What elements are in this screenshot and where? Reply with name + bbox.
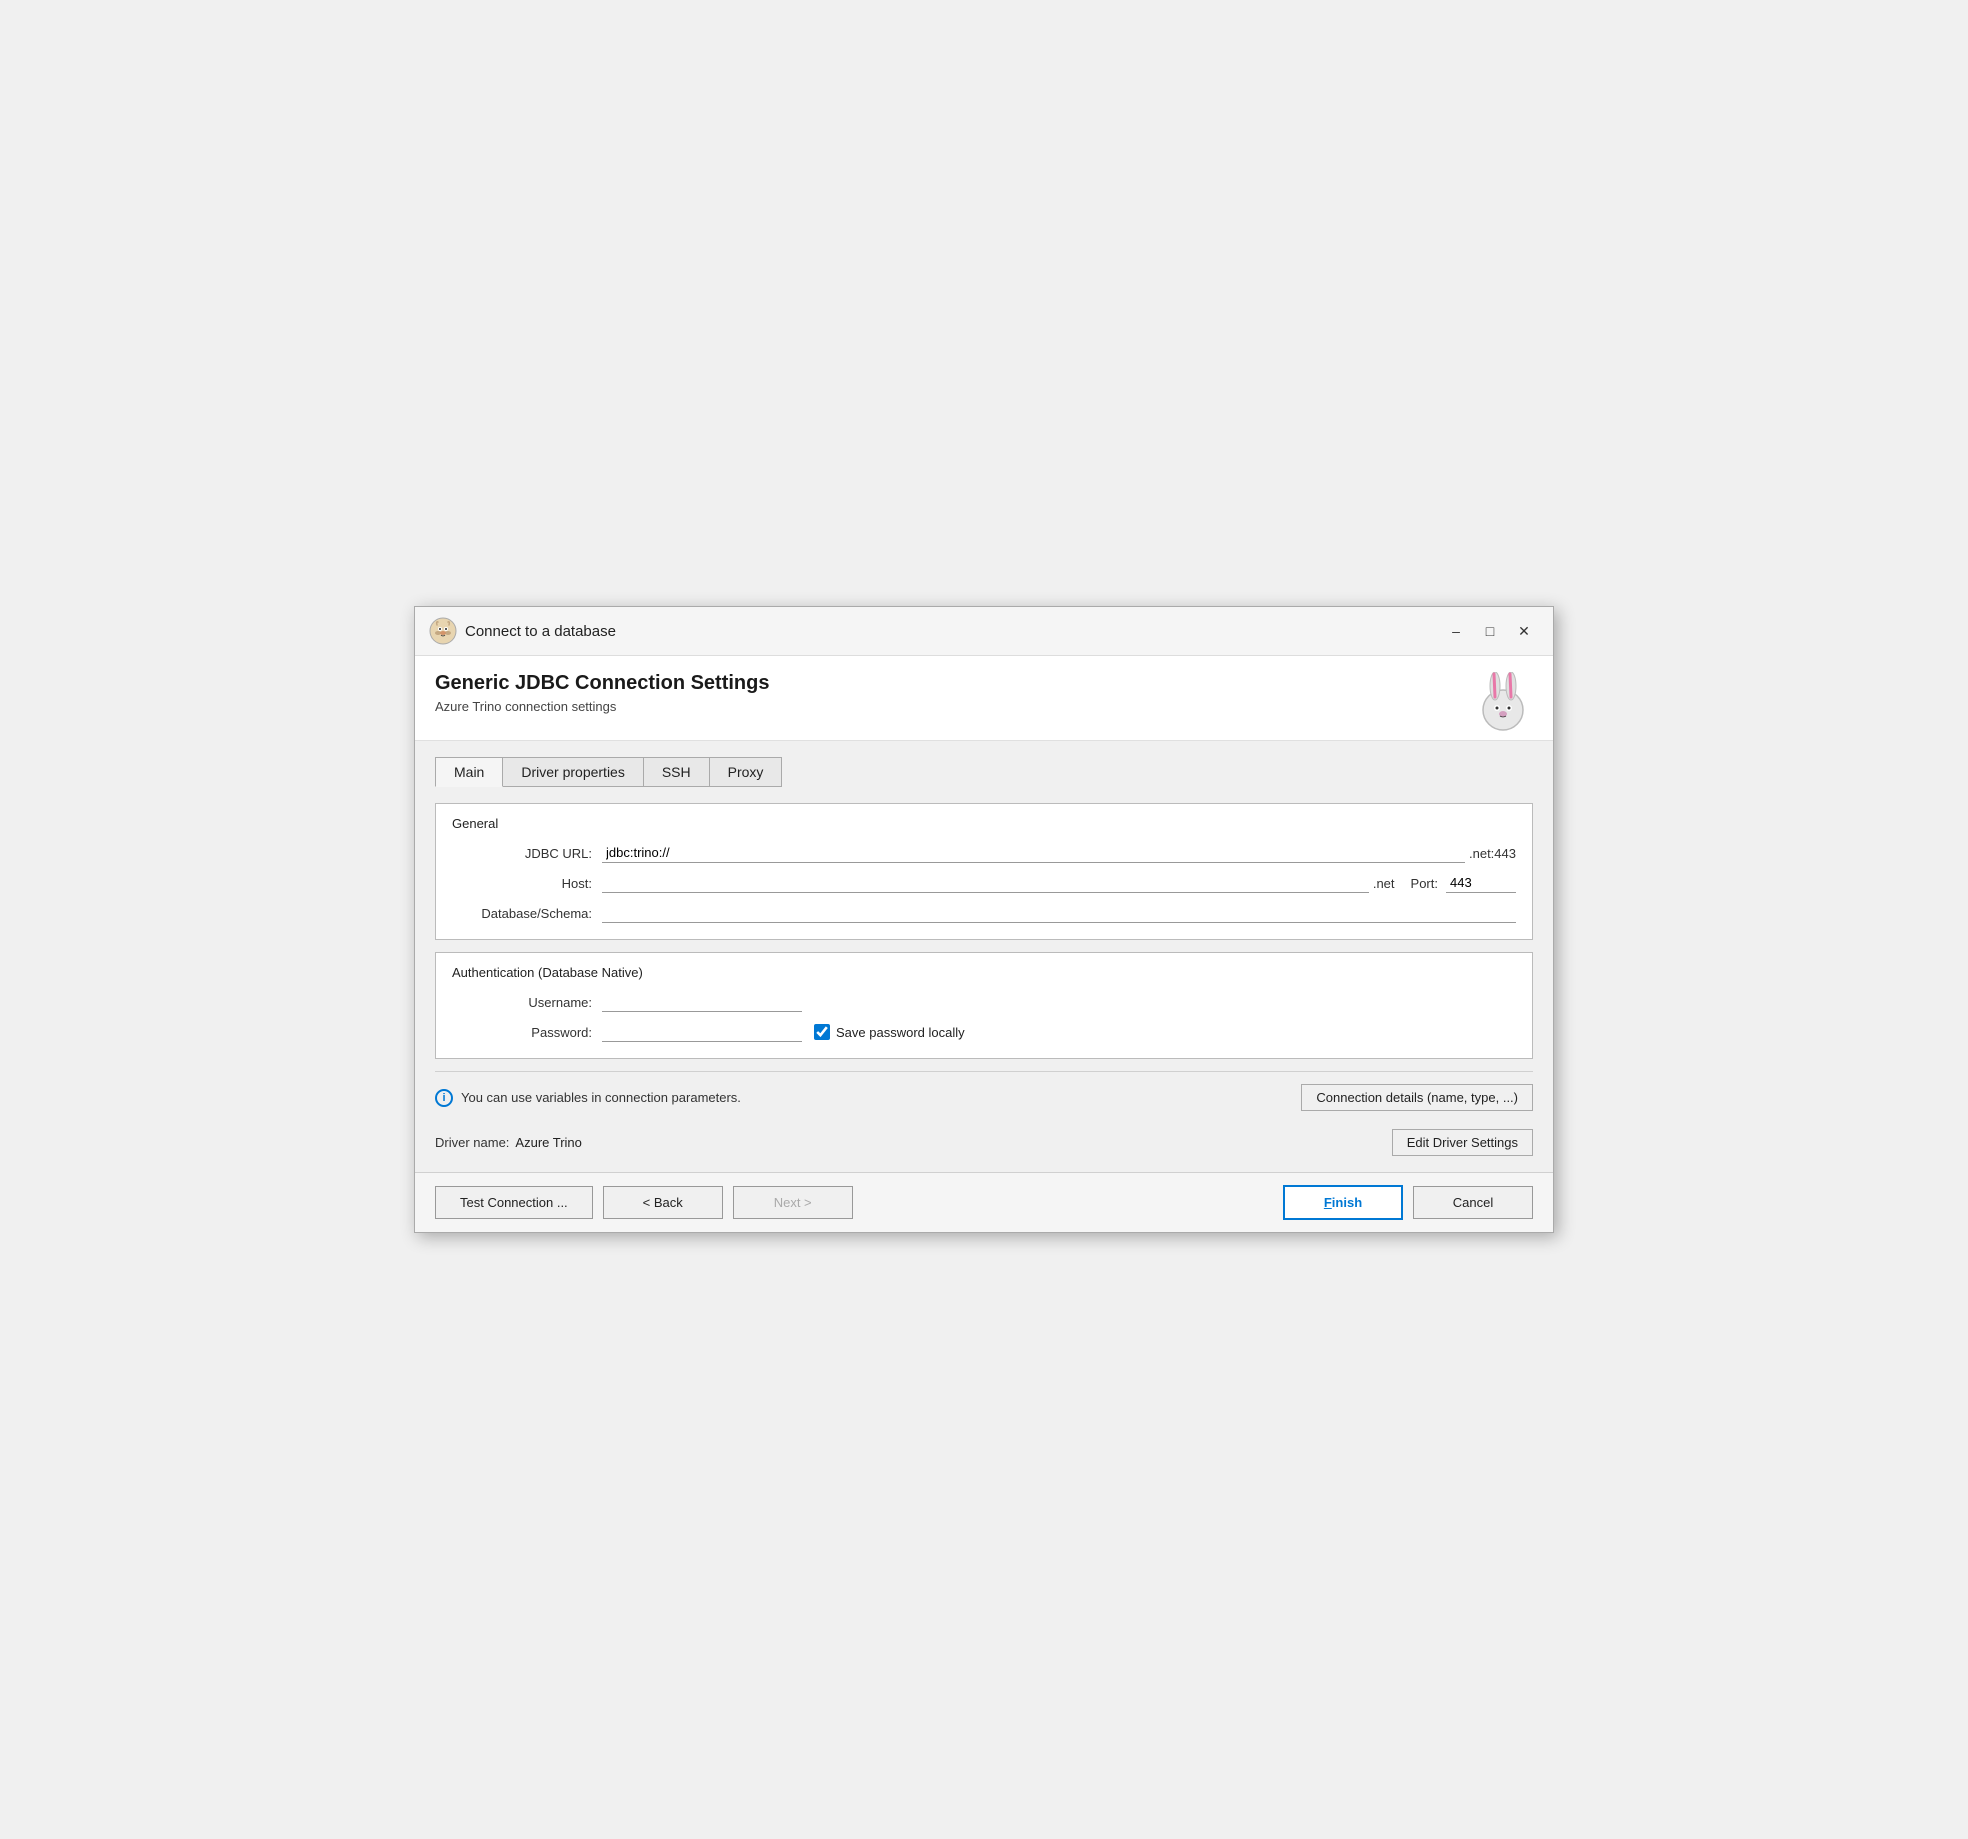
host-input[interactable]: [602, 873, 1369, 893]
connection-details-button[interactable]: Connection details (name, type, ...): [1301, 1084, 1533, 1111]
tab-ssh[interactable]: SSH: [643, 757, 710, 787]
port-input[interactable]: [1446, 873, 1516, 893]
tab-bar: Main Driver properties SSH Proxy: [435, 757, 1533, 787]
username-label: Username:: [452, 995, 592, 1010]
auth-section: Authentication (Database Native) Usernam…: [435, 952, 1533, 1059]
jdbc-url-suffix: .net:443: [1469, 846, 1516, 861]
password-row: Password: Save password locally: [452, 1022, 1516, 1042]
jdbc-url-row: JDBC URL: .net:443: [452, 843, 1516, 863]
rabbit-logo: [1473, 672, 1533, 732]
dialog-window: Connect to a database – □ ✕ Generic JDBC…: [414, 606, 1554, 1233]
save-password-label[interactable]: Save password locally: [814, 1024, 965, 1040]
edit-driver-button[interactable]: Edit Driver Settings: [1392, 1129, 1533, 1156]
test-connection-button[interactable]: Test Connection ...: [435, 1186, 593, 1219]
cancel-button[interactable]: Cancel: [1413, 1186, 1533, 1219]
header-text: Generic JDBC Connection Settings Azure T…: [435, 672, 770, 714]
title-bar-left: Connect to a database: [429, 617, 616, 645]
db-label: Database/Schema:: [452, 906, 592, 921]
general-section: General JDBC URL: .net:443 Host: .net Po…: [435, 803, 1533, 940]
driver-label: Driver name:: [435, 1135, 509, 1150]
db-row: Database/Schema:: [452, 903, 1516, 923]
port-label: Port:: [1411, 876, 1438, 891]
driver-left: Driver name: Azure Trino: [435, 1135, 582, 1150]
save-password-text: Save password locally: [836, 1025, 965, 1040]
jdbc-url-input[interactable]: [602, 843, 1465, 863]
password-input[interactable]: [602, 1022, 802, 1042]
finish-button[interactable]: Finish: [1283, 1185, 1403, 1220]
window-title: Connect to a database: [465, 623, 616, 640]
info-row: i You can use variables in connection pa…: [435, 1071, 1533, 1119]
host-label: Host:: [452, 876, 592, 891]
info-text: You can use variables in connection para…: [461, 1090, 741, 1105]
info-left: i You can use variables in connection pa…: [435, 1089, 741, 1107]
username-row: Username:: [452, 992, 1516, 1012]
password-label: Password:: [452, 1025, 592, 1040]
main-title: Generic JDBC Connection Settings: [435, 672, 770, 695]
driver-row: Driver name: Azure Trino Edit Driver Set…: [435, 1119, 1533, 1156]
tab-driver-properties[interactable]: Driver properties: [502, 757, 643, 787]
title-bar-controls: – □ ✕: [1441, 619, 1539, 643]
next-button[interactable]: Next >: [733, 1186, 853, 1219]
back-button[interactable]: < Back: [603, 1186, 723, 1219]
auth-section-title: Authentication (Database Native): [452, 965, 1516, 980]
close-button[interactable]: ✕: [1509, 619, 1539, 643]
minimize-button[interactable]: –: [1441, 619, 1471, 643]
general-section-title: General: [452, 816, 1516, 831]
dialog-footer: Test Connection ... < Back Next > Finish…: [415, 1172, 1553, 1232]
title-bar: Connect to a database – □ ✕: [415, 607, 1553, 656]
maximize-button[interactable]: □: [1475, 619, 1505, 643]
tab-proxy[interactable]: Proxy: [709, 757, 783, 787]
jdbc-url-label: JDBC URL:: [452, 846, 592, 861]
host-row: Host: .net Port:: [452, 873, 1516, 893]
info-icon: i: [435, 1089, 453, 1107]
username-input[interactable]: [602, 992, 802, 1012]
app-icon: [429, 617, 457, 645]
host-suffix: .net: [1373, 876, 1395, 891]
dialog-body: Main Driver properties SSH Proxy General…: [415, 741, 1553, 1172]
driver-name: Azure Trino: [515, 1135, 581, 1150]
dialog-header: Generic JDBC Connection Settings Azure T…: [415, 656, 1553, 741]
save-password-checkbox[interactable]: [814, 1024, 830, 1040]
jdbc-url-field: .net:443: [602, 843, 1516, 863]
tab-main[interactable]: Main: [435, 757, 503, 787]
db-input[interactable]: [602, 903, 1516, 923]
subtitle: Azure Trino connection settings: [435, 699, 770, 714]
